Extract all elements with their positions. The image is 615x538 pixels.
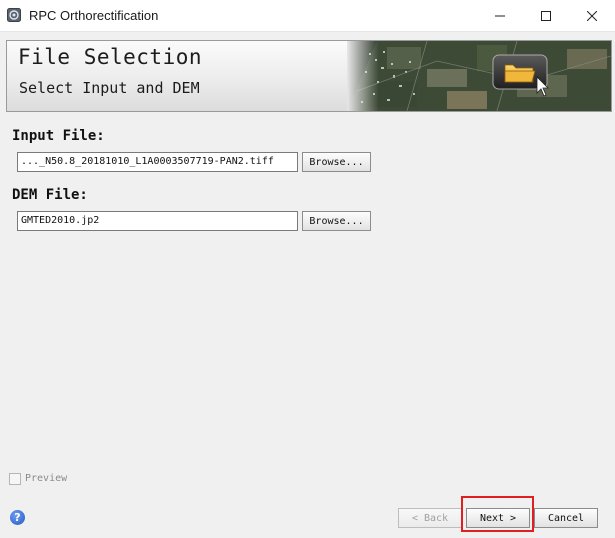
- preview-label: Preview: [25, 473, 68, 484]
- minimize-button[interactable]: [477, 0, 523, 31]
- minimize-icon: [495, 15, 505, 16]
- maximize-button[interactable]: [523, 0, 569, 31]
- cancel-button[interactable]: Cancel: [534, 508, 598, 528]
- window-title: RPC Orthorectification: [29, 8, 159, 23]
- preview-checkbox[interactable]: [9, 473, 21, 485]
- help-icon[interactable]: ?: [10, 510, 25, 525]
- close-icon: [587, 10, 597, 21]
- wizard-banner: File Selection Select Input and DEM: [6, 40, 612, 112]
- app-icon: [7, 8, 21, 22]
- back-button[interactable]: < Back: [398, 508, 462, 528]
- satellite-image-banner: [347, 41, 611, 111]
- banner-subtitle: Select Input and DEM: [19, 79, 200, 97]
- banner-title: File Selection: [18, 45, 203, 69]
- input-file-label: Input File:: [12, 128, 105, 144]
- title-bar: RPC Orthorectification: [0, 0, 615, 32]
- dem-file-label: DEM File:: [12, 187, 88, 203]
- input-file-field[interactable]: ..._N50.8_20181010_L1A0003507719-PAN2.ti…: [17, 152, 298, 172]
- next-button[interactable]: Next >: [466, 508, 530, 528]
- dem-browse-button[interactable]: Browse...: [302, 211, 371, 231]
- maximize-icon: [541, 10, 551, 21]
- dem-file-field[interactable]: GMTED2010.jp2: [17, 211, 298, 231]
- input-browse-button[interactable]: Browse...: [302, 152, 371, 172]
- close-button[interactable]: [569, 0, 615, 31]
